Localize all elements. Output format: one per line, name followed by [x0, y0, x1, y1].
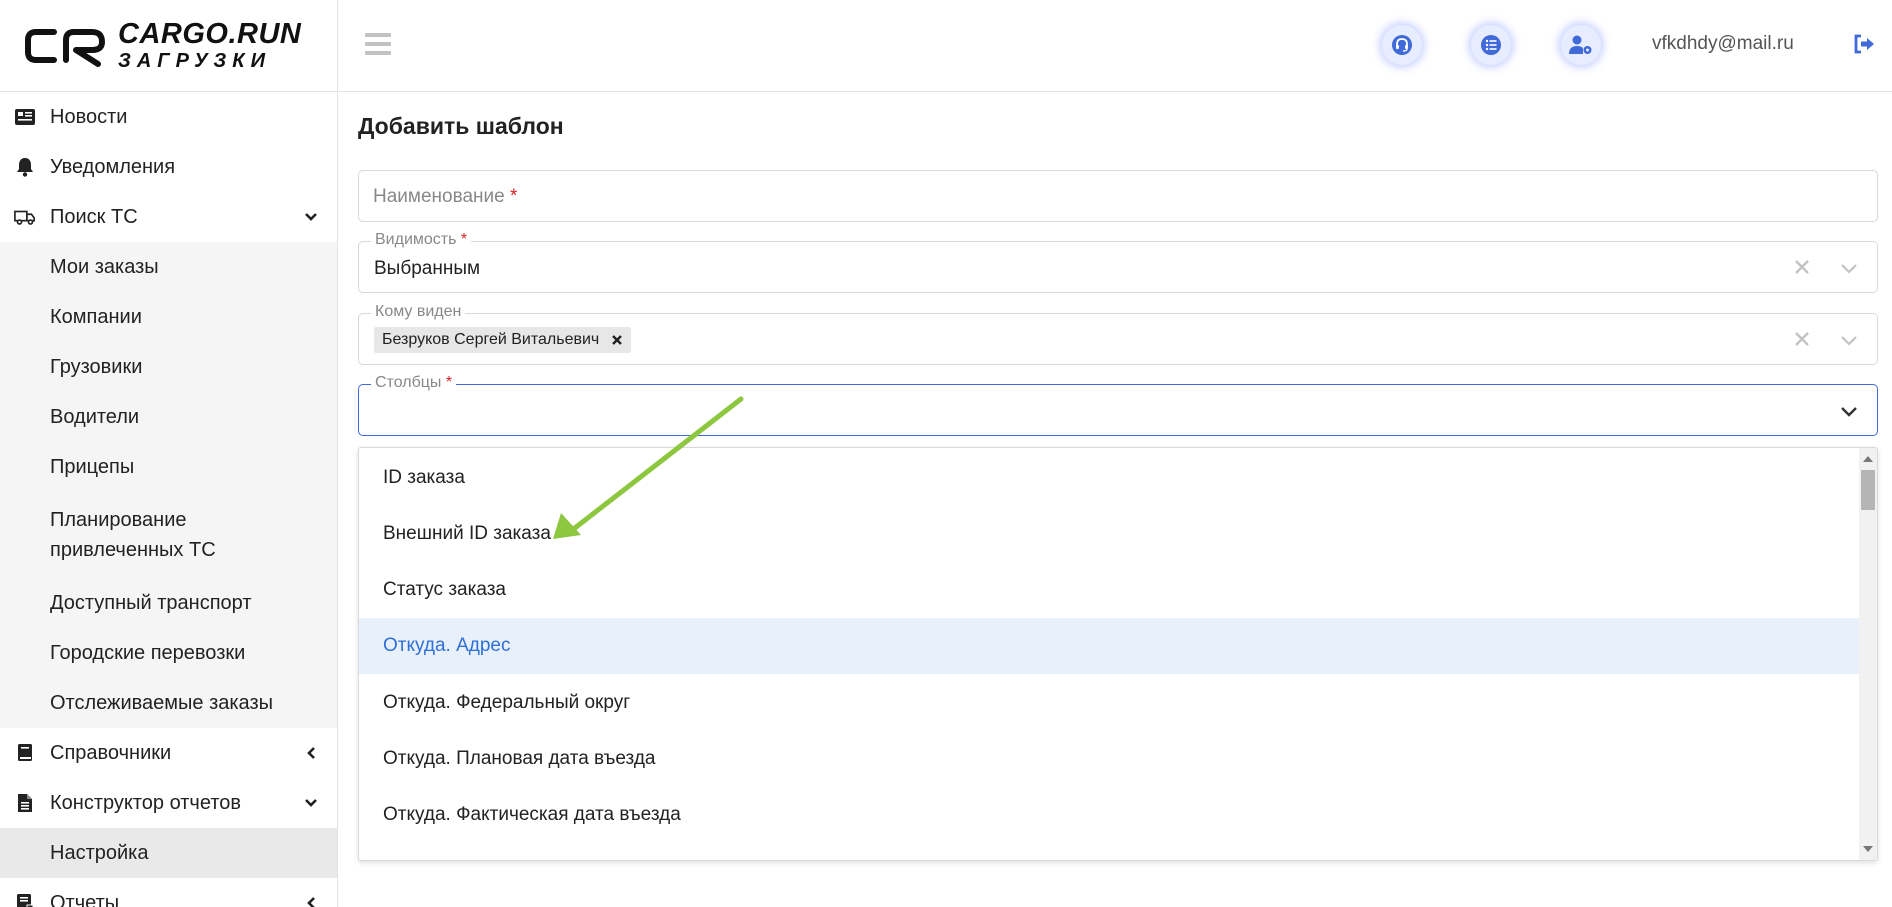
brand-logo[interactable]: CARGO.RUN ЗАГРУЗКИ [0, 0, 337, 92]
user-email[interactable]: vfkdhdy@mail.ru [1652, 33, 1794, 55]
list-icon [1481, 35, 1501, 55]
visible-to-select[interactable]: Кому виден Безруков Сергей Витальевич [358, 303, 1878, 365]
newspaper-icon [14, 106, 36, 128]
sidebar-item-trucks[interactable]: Грузовики [0, 342, 337, 392]
chevron-down-icon [303, 209, 319, 225]
sidebar-item-available-transport[interactable]: Доступный транспорт [0, 578, 337, 628]
user-settings-button[interactable] [1561, 25, 1601, 65]
clear-icon[interactable] [1791, 256, 1813, 278]
sidebar-item-my-orders[interactable]: Мои заказы [0, 242, 337, 292]
sidebar-item-label: Поиск ТС [50, 205, 138, 228]
visible-to-label: Кому виден [371, 303, 466, 321]
task-list-button[interactable] [1471, 25, 1511, 65]
bell-icon [14, 156, 36, 178]
name-field[interactable]: Наименование * [358, 170, 1878, 222]
chevron-left-icon [303, 895, 319, 907]
logout-icon[interactable] [1852, 32, 1876, 56]
dropdown-option[interactable]: Откуда. Плановая дата въезда [359, 731, 1859, 787]
sidebar: CARGO.RUN ЗАГРУЗКИ Новости Уведомления П… [0, 0, 338, 907]
tag-label: Безруков Сергей Витальевич [382, 331, 600, 348]
top-header: vfkdhdy@mail.ru [339, 0, 1892, 92]
remove-tag-button[interactable] [611, 334, 623, 346]
sidebar-item-directories[interactable]: Справочники [0, 728, 337, 778]
dropdown-scrollbar[interactable] [1859, 448, 1877, 860]
dropdown-option[interactable]: ID заказа [359, 450, 1859, 506]
visibility-label: Видимость * [371, 231, 472, 249]
logo-subtitle: ЗАГРУЗКИ [118, 50, 271, 72]
sidebar-item-report-constructor[interactable]: Конструктор отчетов [0, 778, 337, 828]
sidebar-item-trailers[interactable]: Прицепы [0, 442, 337, 492]
chevron-down-icon [303, 795, 319, 811]
selected-user-tag: Безруков Сергей Витальевич [374, 327, 632, 353]
dropdown-option[interactable]: Статус заказа [359, 562, 1859, 618]
visibility-select[interactable]: Видимость * Выбранным [358, 231, 1878, 293]
sidebar-item-label: Конструктор отчетов [50, 791, 241, 814]
clear-icon[interactable] [1791, 328, 1813, 350]
sidebar-item-drivers[interactable]: Водители [0, 392, 337, 442]
headset-icon [1392, 35, 1412, 55]
columns-select[interactable]: Столбцы * [358, 374, 1878, 436]
scroll-down-icon[interactable] [1863, 846, 1873, 852]
name-placeholder: Наименование * [373, 186, 518, 207]
sidebar-item-city-transport[interactable]: Городские перевозки [0, 628, 337, 678]
chevron-left-icon [303, 745, 319, 761]
user-settings-icon [1569, 35, 1592, 54]
dropdown-option[interactable]: Откуда. Фактическая дата въезда [359, 787, 1859, 843]
columns-label: Столбцы * [371, 374, 457, 392]
menu-toggle-button[interactable] [365, 33, 391, 55]
sidebar-item-label: Справочники [50, 741, 172, 764]
support-button[interactable] [1382, 25, 1422, 65]
scroll-up-icon[interactable] [1863, 456, 1873, 462]
report-constructor-submenu: Настройка [0, 828, 337, 878]
cargo-run-logo-icon [25, 28, 105, 67]
sidebar-item-label: Отчеты [50, 891, 120, 907]
sidebar-item-settings[interactable]: Настройка [0, 828, 337, 878]
book-icon [14, 742, 36, 764]
sidebar-item-companies[interactable]: Компании [0, 292, 337, 342]
sidebar-item-notifications[interactable]: Уведомления [0, 142, 337, 192]
truck-icon [14, 206, 36, 228]
chevron-down-icon[interactable] [1839, 258, 1859, 278]
sidebar-item-news[interactable]: Новости [0, 92, 337, 142]
scroll-thumb[interactable] [1861, 470, 1875, 510]
sidebar-item-planning[interactable]: Планирование привлеченных ТС [0, 492, 250, 578]
close-icon [612, 335, 623, 345]
logo-title: CARGO.RUN [118, 18, 302, 50]
document-icon [14, 792, 36, 814]
visibility-value: Выбранным [374, 258, 481, 279]
page-title: Добавить шаблон [358, 113, 564, 139]
dropdown-option-highlighted[interactable]: Откуда. Адрес [359, 618, 1859, 674]
sidebar-item-reports[interactable]: Отчеты [0, 878, 337, 907]
sidebar-item-label: Уведомления [50, 155, 176, 178]
chevron-down-icon[interactable] [1839, 401, 1859, 421]
sidebar-item-tracked-orders[interactable]: Отслеживаемые заказы [0, 678, 337, 728]
columns-dropdown-menu: ID заказа Внешний ID заказа Статус заказ… [358, 447, 1878, 861]
dropdown-option[interactable]: Откуда. Федеральный округ [359, 675, 1859, 731]
chevron-down-icon[interactable] [1839, 330, 1859, 350]
dropdown-option[interactable]: Внешний ID заказа [359, 506, 1859, 562]
report-icon [14, 892, 36, 907]
sidebar-item-vehicle-search[interactable]: Поиск ТС [0, 192, 337, 242]
sidebar-item-label: Новости [50, 105, 128, 128]
vehicle-search-submenu: Мои заказы Компании Грузовики Водители П… [0, 242, 337, 728]
main-content: Добавить шаблон Наименование * Видимость… [339, 93, 1892, 907]
